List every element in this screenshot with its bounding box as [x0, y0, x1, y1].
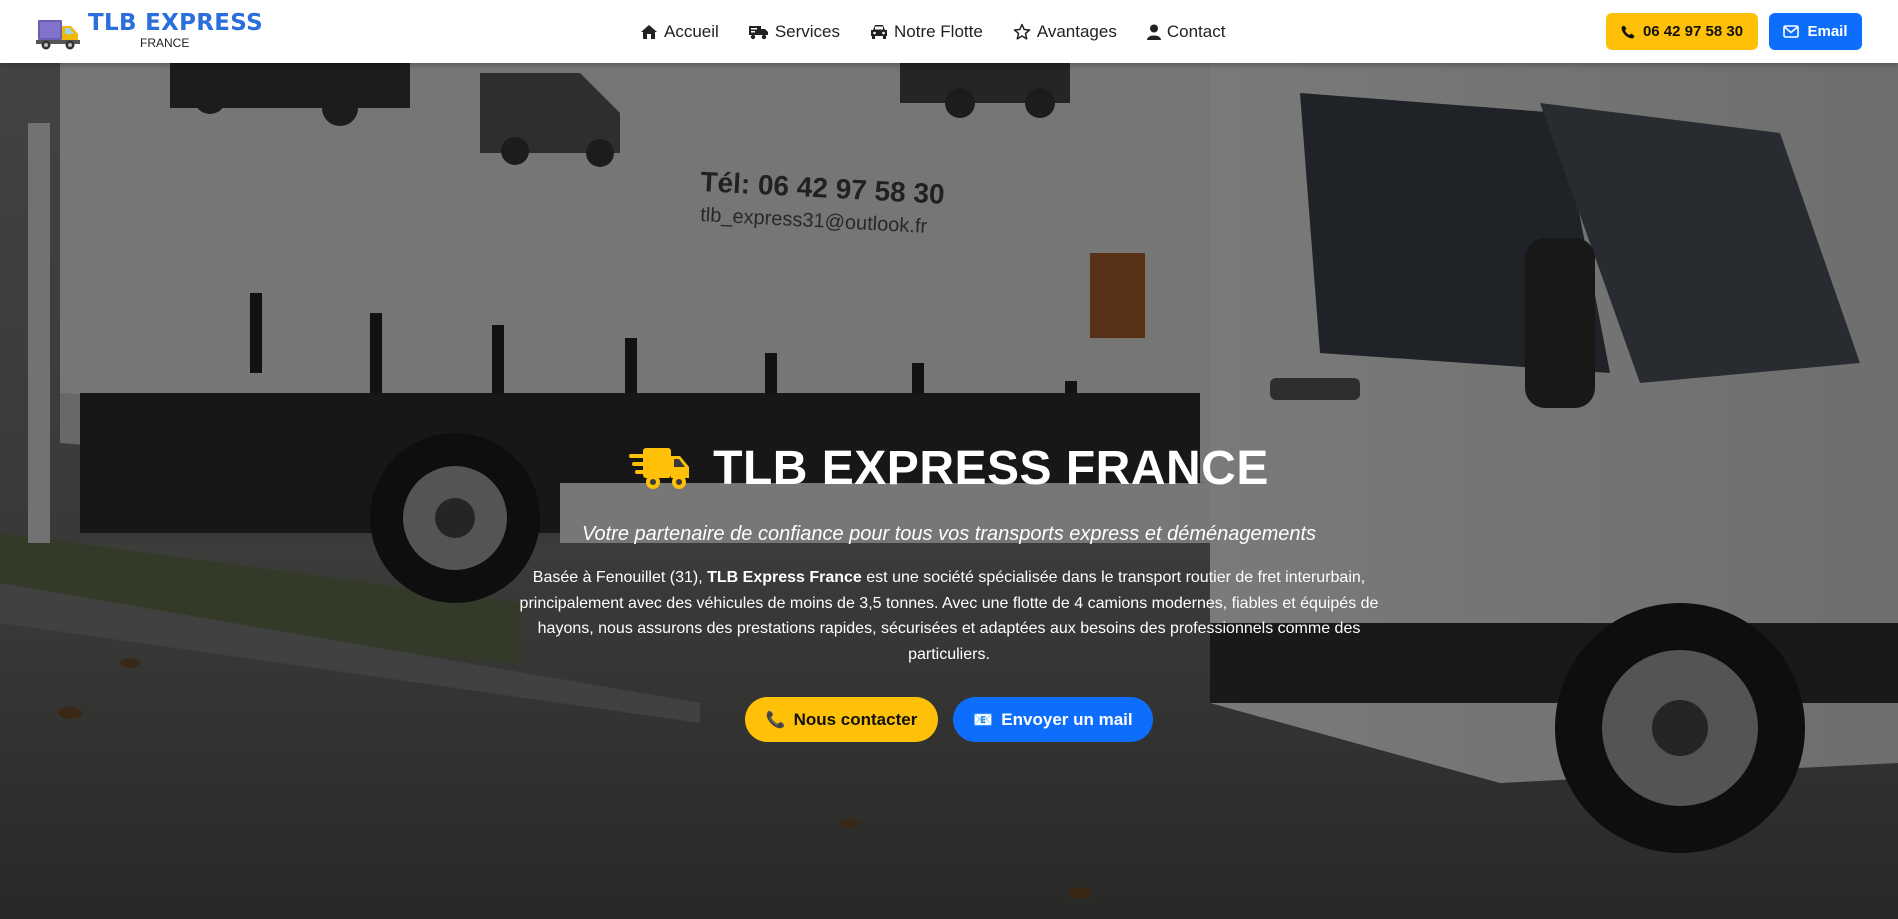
hero-desc-company: TLB Express France [707, 569, 862, 586]
phone-icon [1621, 25, 1635, 38]
nav-menu: Accueil Services Notre Flotte Avantages … [640, 0, 1255, 63]
contact-us-button[interactable]: 📞 Nous contacter [745, 697, 938, 742]
send-mail-button[interactable]: 📧 Envoyer un mail [953, 697, 1153, 742]
phone-button[interactable]: 06 42 97 58 30 [1606, 13, 1758, 50]
star-icon [1013, 23, 1031, 40]
nav-item-services[interactable]: Services [748, 21, 840, 42]
truck-logo-icon [36, 20, 80, 50]
hero-content: TLB EXPRESS FRANCE Votre partenaire de c… [0, 63, 1898, 919]
hero-section: Tél: 06 42 97 58 30 tlb_express31@outloo… [0, 63, 1898, 919]
phone-button-label: 06 42 97 58 30 [1642, 23, 1744, 40]
truck-fast-icon [748, 25, 768, 39]
nav-label: Accueil [664, 21, 719, 41]
email-button-label: Email [1807, 23, 1848, 40]
nav-label: Contact [1166, 21, 1226, 41]
hero-desc-prefix: Basée à Fenouillet (31), [532, 569, 708, 586]
nav-item-accueil[interactable]: Accueil [640, 22, 719, 42]
nav-item-flotte[interactable]: Notre Flotte [870, 22, 983, 42]
hero-subtitle: Votre partenaire de confiance pour tous … [581, 523, 1317, 545]
hero-description: Basée à Fenouillet (31), TLB Express Fra… [512, 565, 1386, 667]
home-icon [641, 24, 657, 39]
hero-title-row: TLB EXPRESS FRANCE [0, 441, 1898, 496]
brand-name: TLB EXPRESS [88, 10, 264, 36]
cta-row: 📞 Nous contacter 📧 Envoyer un mail [0, 697, 1898, 742]
nav-label: Notre Flotte [894, 21, 983, 41]
contact-us-label: Nous contacter [793, 709, 918, 729]
hero-title: TLB EXPRESS FRANCE [713, 442, 1269, 495]
nav-item-contact[interactable]: Contact [1146, 21, 1226, 42]
nav-label: Avantages [1036, 21, 1117, 41]
telephone-icon: 📞 [765, 711, 786, 729]
car-icon [871, 25, 887, 39]
nav-item-avantages[interactable]: Avantages [1013, 22, 1117, 42]
email-envelope-icon: 📧 [973, 711, 994, 729]
brand[interactable]: TLB EXPRESS FRANCE [36, 10, 263, 52]
navbar: TLB EXPRESS FRANCE Accueil Services Notr… [0, 0, 1898, 63]
truck-fast-icon [629, 447, 690, 489]
email-button[interactable]: Email [1769, 13, 1862, 50]
nav-label: Services [774, 21, 840, 41]
envelope-icon [1783, 25, 1800, 38]
send-mail-label: Envoyer un mail [1001, 709, 1133, 729]
user-icon [1146, 24, 1161, 40]
brand-subtitle: FRANCE [140, 36, 190, 50]
